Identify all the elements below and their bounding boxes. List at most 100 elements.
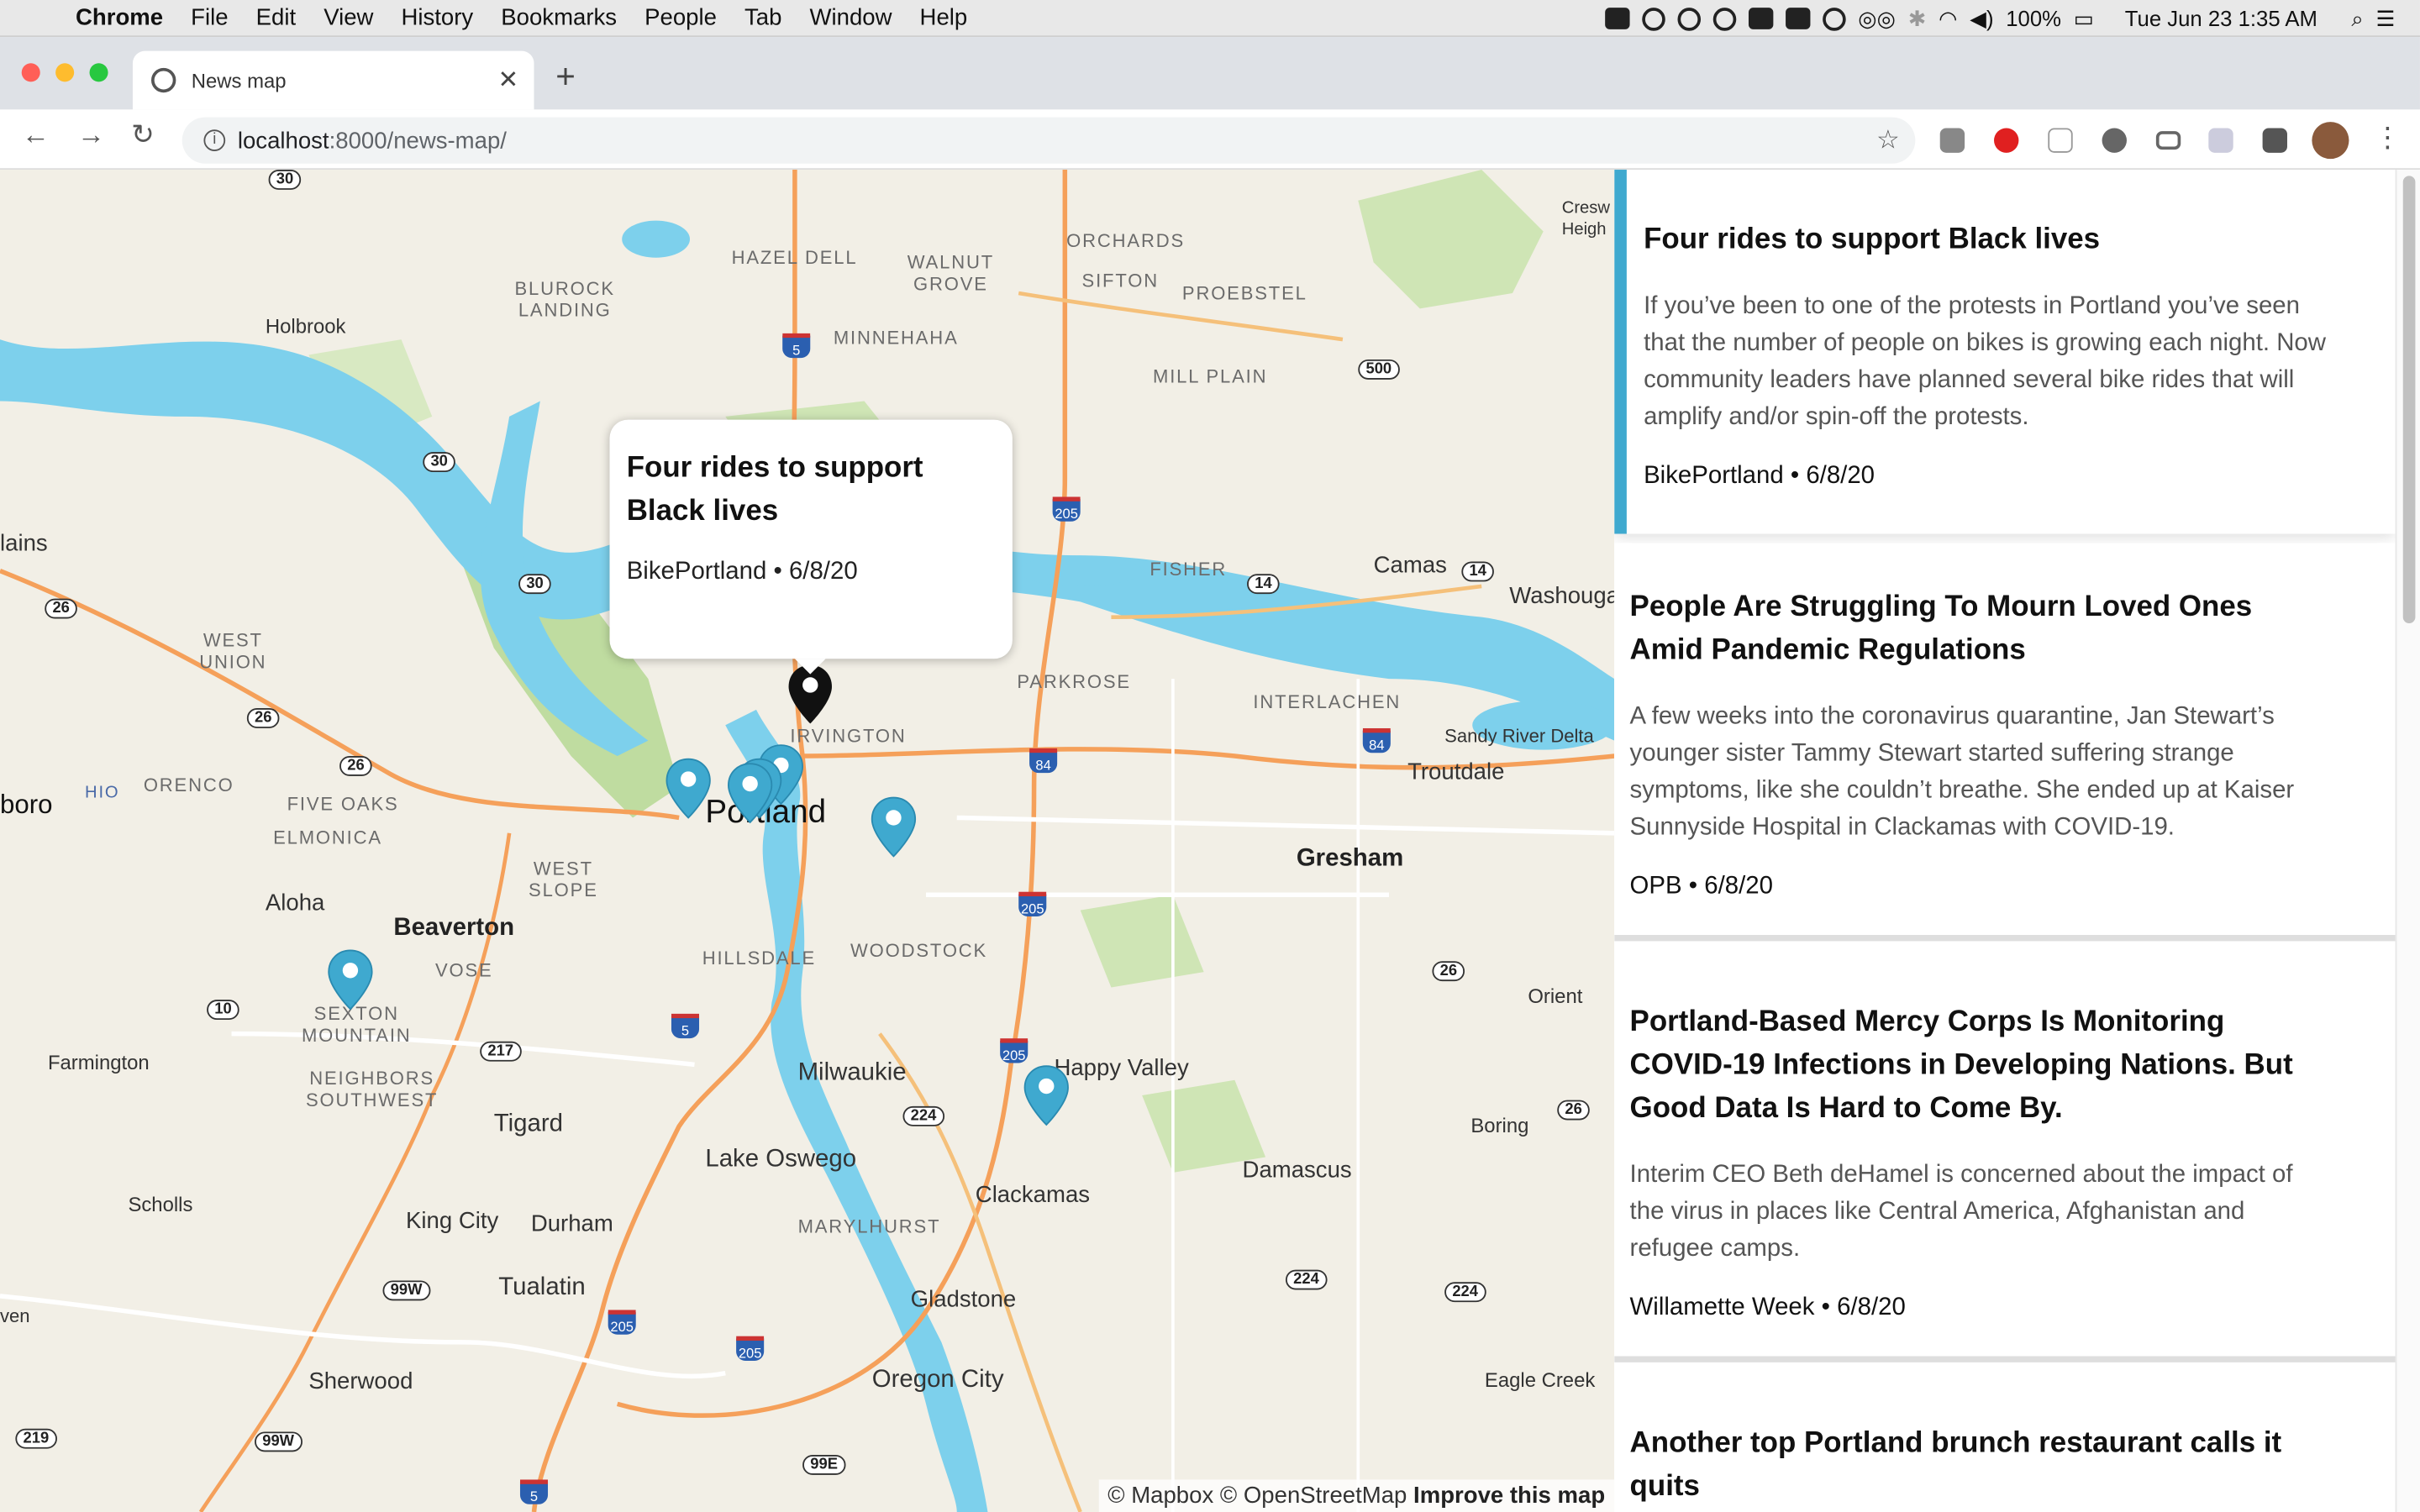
glasses-status-icon[interactable]: ◎◎ [1858,5,1896,31]
news-card-title[interactable]: People Are Struggling To Mourn Loved One… [1630,586,2318,673]
hood-west-union: WEST UNION [199,629,267,673]
spotlight-icon[interactable]: ⌕ [2351,5,2363,31]
news-card-active[interactable]: Four rides to support Black lives If you… [1614,170,2396,534]
label-troutdale: Troutdale [1407,759,1505,785]
battery-icon[interactable]: ▭ [2074,5,2094,31]
profile-avatar[interactable] [2312,122,2349,160]
puzzle-extension-icon[interactable] [2262,128,2287,153]
news-pin[interactable] [727,762,773,824]
news-card-description: Interim CEO Beth deHamel is concerned ab… [1629,1162,2293,1263]
bluetooth-icon[interactable]: ✱ [1908,5,1927,31]
control-center-icon[interactable]: ☰ [2375,5,2395,31]
shield-500: 500 [1358,359,1400,380]
label-plains: lains [0,530,48,558]
news-pin[interactable] [1023,1064,1070,1126]
drive-status-icon[interactable] [1748,8,1774,29]
ghost-extension-icon[interactable] [2102,128,2127,153]
news-pin[interactable] [666,758,712,819]
a-extension-icon[interactable] [2048,128,2073,153]
globe-status-icon[interactable] [1642,7,1665,30]
shield-99w-b: 99W [255,1431,302,1452]
menu-help[interactable]: Help [906,5,981,31]
news-card[interactable]: People Are Struggling To Mourn Loved One… [1614,543,2396,942]
clock-status-icon[interactable] [1677,7,1701,30]
forward-button[interactable]: → [77,118,105,151]
park-area [1358,170,1544,309]
bookmark-star-icon[interactable]: ☆ [1876,125,1900,156]
cast-extension-icon[interactable] [2155,131,2181,150]
info-icon[interactable]: i [203,129,226,151]
menu-edit[interactable]: Edit [242,5,310,31]
news-pin[interactable] [871,796,917,858]
camera-status-icon[interactable] [1605,8,1630,29]
scrollbar-thumb[interactable] [2402,176,2416,624]
d-status-icon[interactable] [1712,7,1737,30]
label-holbrook: Holbrook [265,314,346,339]
news-card[interactable]: Portland-Based Mercy Corps Is Monitoring… [1614,958,2396,1362]
news-card-meta: Willamette Week • 6/8/20 [1629,1294,1906,1321]
reload-button[interactable]: ↻ [131,118,155,151]
menu-bar: Chrome File Edit View History Bookmarks … [0,0,2420,38]
volume-icon[interactable]: ◀) [1970,5,1993,31]
hood-five-oaks: FIVE OAKS [287,793,399,815]
tag-extension-icon[interactable] [2208,128,2233,153]
new-tab-button[interactable]: + [555,57,576,97]
shield-i205-sw: 205 [736,1336,765,1361]
menu-view[interactable]: View [310,5,387,31]
news-card-description: A few weeks into the coronavirus quarant… [1629,703,2295,842]
menu-app-name[interactable]: Chrome [61,5,176,31]
news-card-title[interactable]: Four rides to support Black lives [1644,219,2333,262]
bolt-status-icon[interactable] [1822,7,1846,30]
camera-extension-icon[interactable] [1939,128,1965,153]
hood-minnehaha: MINNEHAHA [833,327,959,349]
wifi-icon[interactable]: ◠ [1939,5,1957,31]
sidebar-scrollbar[interactable] [2395,170,2420,1512]
label-sandy-river-delta: Sandy River Delta [1444,725,1594,747]
improve-map-link[interactable]: Improve this map [1413,1483,1605,1509]
shield-14: 14 [1247,574,1280,595]
hood-west-slope: WEST SLOPE [529,858,598,901]
osm-attribution-link[interactable]: © OpenStreetMap [1220,1483,1407,1509]
hood-mill-plain: MILL PLAIN [1153,365,1268,388]
hood-woodstock: WOODSTOCK [850,939,988,962]
menu-bookmarks[interactable]: Bookmarks [487,5,631,31]
clock[interactable]: Tue Jun 23 1:35 AM [2125,6,2317,30]
shield-i205-south: 205 [1000,1038,1028,1063]
menu-tab[interactable]: Tab [730,5,795,31]
news-map[interactable]: Portland Beaverton Gresham Milwaukie Lak… [0,170,1615,1512]
more-menu-icon[interactable]: ⋮ [2374,122,2402,155]
close-window-button[interactable] [21,63,40,82]
tab-strip: News map ✕ + [0,37,2420,110]
minimize-window-button[interactable] [55,63,75,82]
label-camas: Camas [1373,552,1447,579]
screen-status-icon[interactable] [1785,8,1811,29]
back-button[interactable]: ← [22,118,50,151]
hood-neighbors-sw: NEIGHBORS SOUTHWEST [305,1067,439,1111]
menu-window[interactable]: Window [796,5,906,31]
menu-file[interactable]: File [177,5,242,31]
url-host: localhost [237,127,329,154]
label-ven: ven [0,1305,30,1327]
close-tab-icon[interactable]: ✕ [498,65,519,96]
mapbox-attribution-link[interactable]: © Mapbox [1107,1483,1213,1509]
news-card[interactable]: Another top Portland brunch restaurant c… [1614,1379,2396,1512]
hood-orenco: ORENCO [143,774,234,796]
shield-us26: 26 [45,598,78,619]
shield-i5-north: 5 [782,333,811,359]
label-boring: Boring [1470,1114,1529,1137]
news-card-title[interactable]: Portland-Based Mercy Corps Is Monitoring… [1630,1001,2318,1131]
label-oregon-city: Oregon City [871,1367,1004,1394]
ublock-extension-icon[interactable] [1994,128,2019,153]
news-card-title[interactable]: Another top Portland brunch restaurant c… [1630,1422,2318,1509]
shield-i5-bottom: 5 [519,1479,549,1504]
address-bar[interactable]: i localhost:8000/news-map/ ☆ [182,117,1916,164]
hood-hazel-dell: HAZEL DELL [731,246,858,269]
news-pin[interactable] [327,949,373,1011]
zoom-window-button[interactable] [89,63,108,82]
map-popup[interactable]: Four rides to support Black lives BikePo… [609,419,1013,675]
park-area [1080,895,1204,988]
menu-history[interactable]: History [387,5,487,31]
menu-people[interactable]: People [631,5,731,31]
news-sidebar[interactable]: Four rides to support Black lives If you… [1614,170,2420,1512]
tab-news-map[interactable]: News map ✕ [132,50,534,110]
